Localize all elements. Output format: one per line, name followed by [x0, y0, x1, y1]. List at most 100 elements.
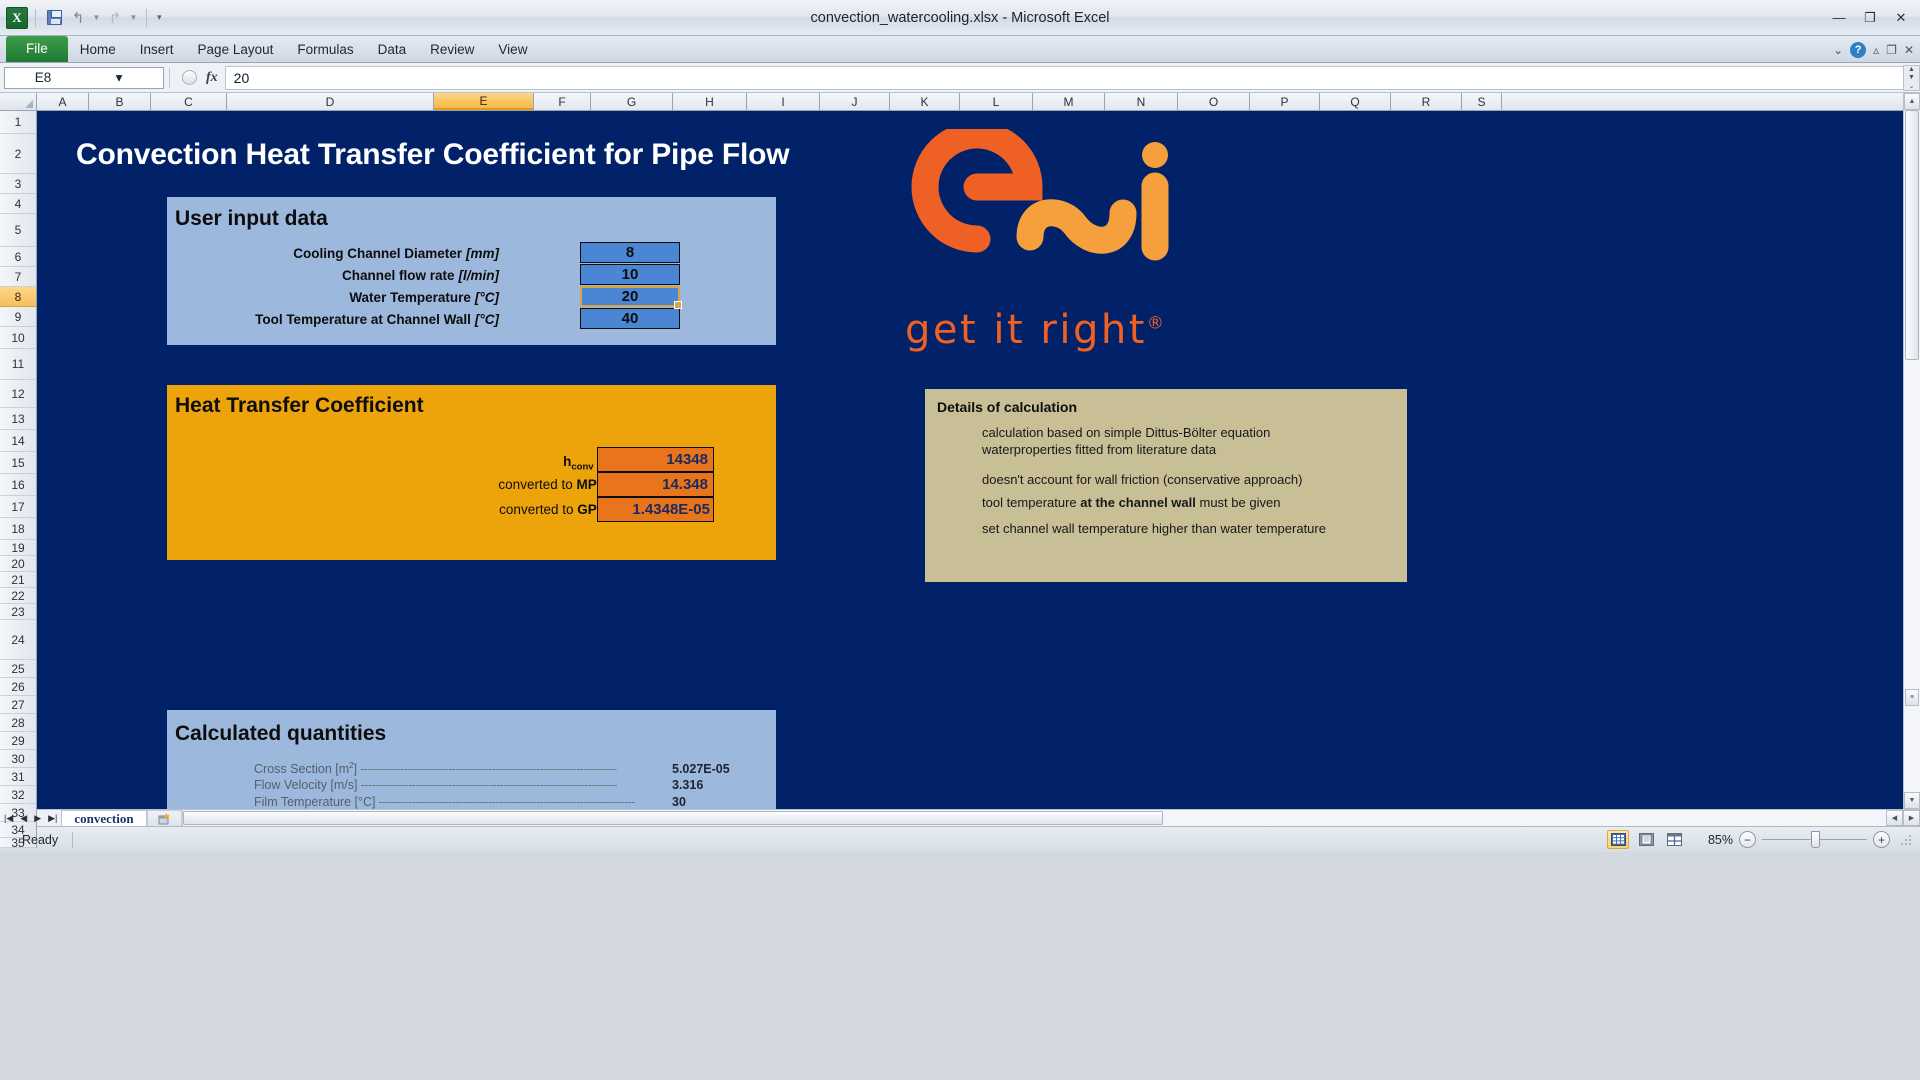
sheet-canvas[interactable]: Convection Heat Transfer Coefficient for… — [37, 111, 1903, 809]
column-header-S[interactable]: S — [1462, 93, 1502, 110]
tab-page-layout[interactable]: Page Layout — [186, 36, 286, 62]
column-header-K[interactable]: K — [890, 93, 960, 110]
zoom-level[interactable]: 85% — [1691, 833, 1733, 847]
row-header-20[interactable]: 20 — [0, 556, 37, 572]
column-header-E[interactable]: E — [434, 93, 534, 110]
previous-sheet-button[interactable]: ◀ — [18, 813, 29, 824]
vertical-scroll-thumb[interactable] — [1905, 110, 1919, 360]
scroll-down-button[interactable]: ▼ — [1904, 792, 1920, 809]
zoom-in-button[interactable]: + — [1873, 831, 1890, 848]
row-header-7[interactable]: 7 — [0, 267, 37, 287]
row-header-3[interactable]: 3 — [0, 174, 37, 194]
scroll-right-button[interactable]: ▶ — [1903, 810, 1920, 826]
column-header-O[interactable]: O — [1178, 93, 1250, 110]
next-sheet-button[interactable]: ▶ — [32, 813, 43, 824]
row-header-31[interactable]: 31 — [0, 768, 37, 786]
page-break-view-button[interactable] — [1663, 830, 1685, 849]
row-header-26[interactable]: 26 — [0, 678, 37, 696]
column-header-H[interactable]: H — [673, 93, 747, 110]
row-header-22[interactable]: 22 — [0, 588, 37, 604]
row-header-18[interactable]: 18 — [0, 518, 37, 540]
tab-insert[interactable]: Insert — [128, 36, 186, 62]
input-value-cell-0[interactable]: 8 — [580, 242, 680, 263]
row-header-30[interactable]: 30 — [0, 750, 37, 768]
expand-ribbon-icon[interactable]: ⌄ — [1833, 43, 1843, 57]
row-header-9[interactable]: 9 — [0, 307, 37, 327]
input-value-cell-3[interactable]: 40 — [580, 308, 680, 329]
new-sheet-button[interactable] — [146, 810, 182, 826]
column-header-J[interactable]: J — [820, 93, 890, 110]
row-header-4[interactable]: 4 — [0, 194, 37, 214]
column-header-P[interactable]: P — [1250, 93, 1320, 110]
row-header-8[interactable]: 8 — [0, 287, 37, 307]
horizontal-scroll-track[interactable] — [181, 810, 1886, 826]
zoom-slider-track[interactable] — [1762, 831, 1867, 848]
minimize-button[interactable]: — — [1824, 7, 1854, 29]
row-header-16[interactable]: 16 — [0, 474, 37, 496]
row-header-25[interactable]: 25 — [0, 660, 37, 678]
row-header-28[interactable]: 28 — [0, 714, 37, 732]
tab-review[interactable]: Review — [418, 36, 486, 62]
gpa-value-cell[interactable]: 1.4348E-05 — [597, 497, 714, 522]
hconv-value-cell[interactable]: 14348 — [597, 447, 714, 472]
row-header-24[interactable]: 24 — [0, 620, 37, 660]
tab-file[interactable]: File — [6, 36, 68, 62]
name-box[interactable]: E8 ▾ — [4, 66, 164, 89]
column-header-D[interactable]: D — [227, 93, 434, 110]
close-document-icon[interactable]: ✕ — [1904, 43, 1914, 57]
column-header-C[interactable]: C — [151, 93, 227, 110]
mpa-value-cell[interactable]: 14.348 — [597, 472, 714, 497]
row-header-12[interactable]: 12 — [0, 380, 37, 408]
row-header-27[interactable]: 27 — [0, 696, 37, 714]
restore-button[interactable]: ❐ — [1855, 7, 1885, 29]
row-header-11[interactable]: 11 — [0, 349, 37, 380]
column-header-R[interactable]: R — [1391, 93, 1462, 110]
column-header-A[interactable]: A — [37, 93, 89, 110]
help-icon[interactable]: ? — [1850, 42, 1867, 58]
resize-grip[interactable] — [1900, 832, 1914, 847]
column-header-L[interactable]: L — [960, 93, 1033, 110]
column-header-F[interactable]: F — [534, 93, 591, 110]
last-sheet-button[interactable]: ▶| — [46, 813, 59, 824]
row-header-21[interactable]: 21 — [0, 572, 37, 588]
row-header-23[interactable]: 23 — [0, 604, 37, 620]
minimize-ribbon-icon[interactable]: ▵ — [1873, 43, 1879, 57]
row-header-19[interactable]: 19 — [0, 540, 37, 556]
normal-view-button[interactable] — [1607, 830, 1629, 849]
input-value-cell-1[interactable]: 10 — [580, 264, 680, 285]
row-header-29[interactable]: 29 — [0, 732, 37, 750]
column-header-Q[interactable]: Q — [1320, 93, 1391, 110]
tab-home[interactable]: Home — [68, 36, 128, 62]
sheet-tab-convection[interactable]: convection — [61, 810, 147, 826]
scroll-up-button[interactable]: ▲ — [1904, 93, 1920, 110]
column-header-B[interactable]: B — [89, 93, 151, 110]
select-all-corner[interactable] — [0, 93, 37, 111]
formula-bar-expand[interactable]: ▲ ▼ ⌄ — [1903, 64, 1920, 91]
scroll-left-button[interactable]: ◀ — [1886, 810, 1903, 826]
zoom-out-button[interactable]: − — [1739, 831, 1756, 848]
row-header-14[interactable]: 14 — [0, 430, 37, 452]
row-header-17[interactable]: 17 — [0, 496, 37, 518]
tab-data[interactable]: Data — [366, 36, 419, 62]
formula-input[interactable]: 20 — [224, 65, 1903, 90]
zoom-slider-thumb[interactable] — [1811, 831, 1820, 848]
chevron-down-icon[interactable]: ▾ — [81, 70, 163, 86]
insert-function-round-button[interactable] — [182, 70, 197, 85]
page-layout-view-button[interactable] — [1635, 830, 1657, 849]
row-header-15[interactable]: 15 — [0, 452, 37, 474]
input-value-cell-2[interactable]: 20 — [580, 286, 682, 309]
column-header-N[interactable]: N — [1105, 93, 1178, 110]
horizontal-scroll-thumb[interactable] — [182, 811, 1163, 825]
vertical-scroll-track[interactable]: ≡ — [1904, 110, 1920, 792]
row-header-10[interactable]: 10 — [0, 327, 37, 349]
close-button[interactable]: ✕ — [1886, 7, 1916, 29]
row-header-32[interactable]: 32 — [0, 786, 37, 804]
vertical-scrollbar[interactable]: ▲ ≡ ▼ — [1903, 93, 1920, 809]
column-header-I[interactable]: I — [747, 93, 820, 110]
column-header-G[interactable]: G — [591, 93, 673, 110]
row-header-6[interactable]: 6 — [0, 247, 37, 267]
first-sheet-button[interactable]: |◀ — [2, 813, 15, 824]
tab-formulas[interactable]: Formulas — [285, 36, 365, 62]
tab-view[interactable]: View — [486, 36, 539, 62]
row-header-1[interactable]: 1 — [0, 111, 37, 134]
